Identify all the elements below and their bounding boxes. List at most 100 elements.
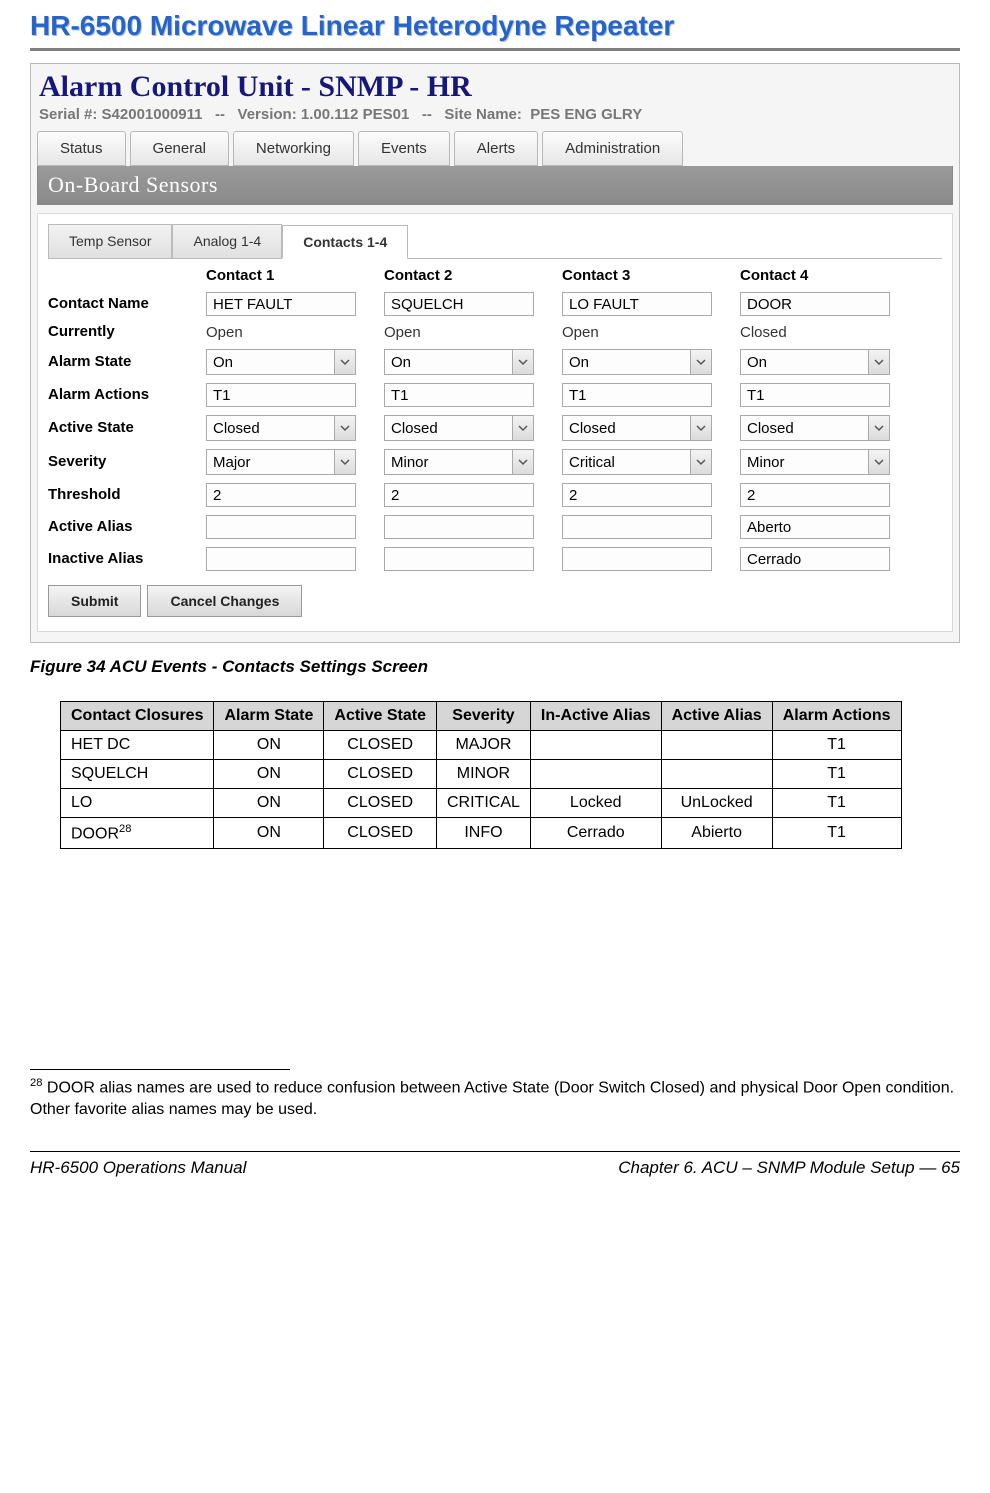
severity-select-1[interactable]: Major [206, 449, 356, 475]
subtab-analog-1-4[interactable]: Analog 1-4 [172, 224, 282, 258]
separator: -- [422, 106, 432, 123]
footer-right: Chapter 6. ACU – SNMP Module Setup — 65 [618, 1158, 960, 1178]
active-alias-input-4[interactable] [740, 515, 890, 539]
inactive-alias-input-1[interactable] [206, 547, 356, 571]
table-row: SQUELCH ON CLOSED MINOR T1 [61, 760, 902, 789]
cc-cell: DOOR28 [61, 818, 214, 849]
threshold-input-1[interactable] [206, 483, 356, 507]
severity-cell: INFO [436, 818, 530, 849]
actions-cell: T1 [772, 789, 901, 818]
currently-value-2: Open [384, 324, 554, 341]
severity-select-4[interactable]: Minor [740, 449, 890, 475]
inactive-alias-input-3[interactable] [562, 547, 712, 571]
contact-name-input-3[interactable] [562, 292, 712, 316]
footnote-separator [30, 1069, 290, 1070]
active-alias-cell: Abierto [661, 818, 772, 849]
th-severity: Severity [436, 702, 530, 731]
chevron-down-icon [868, 450, 889, 474]
contact-name-input-2[interactable] [384, 292, 534, 316]
site-value: PES ENG GLRY [530, 106, 642, 123]
figure-caption: Figure 34 ACU Events - Contacts Settings… [30, 657, 960, 677]
active-state-cell: CLOSED [324, 789, 437, 818]
alarm-state-select-4[interactable]: On [740, 349, 890, 375]
tab-events[interactable]: Events [358, 131, 450, 166]
currently-value-3: Open [562, 324, 732, 341]
site-label: Site Name: [444, 106, 522, 123]
version-value: 1.00.112 PES01 [301, 106, 409, 123]
inactive-alias-cell: Cerrado [530, 818, 661, 849]
serial-value: S42001000911 [102, 106, 203, 123]
col-header-contact-2: Contact 2 [384, 267, 554, 284]
chevron-down-icon [690, 350, 711, 374]
chevron-down-icon [690, 416, 711, 440]
version-label: Version: [238, 106, 297, 123]
tab-general[interactable]: General [130, 131, 229, 166]
cancel-changes-button[interactable]: Cancel Changes [147, 585, 302, 617]
severity-select-3[interactable]: Critical [562, 449, 712, 475]
severity-select-2[interactable]: Minor [384, 449, 534, 475]
active-state-select-4[interactable]: Closed [740, 415, 890, 441]
alarm-actions-input-1[interactable] [206, 383, 356, 407]
alarm-actions-input-4[interactable] [740, 383, 890, 407]
active-state-select-1[interactable]: Closed [206, 415, 356, 441]
th-alarm-state: Alarm State [214, 702, 324, 731]
tab-alerts[interactable]: Alerts [454, 131, 538, 166]
section-title: On-Board Sensors [37, 166, 953, 205]
alarm-state-select-3[interactable]: On [562, 349, 712, 375]
rowlabel-contact-name: Contact Name [48, 296, 198, 313]
subtab-contacts-1-4[interactable]: Contacts 1-4 [282, 225, 408, 259]
tab-networking[interactable]: Networking [233, 131, 354, 166]
active-alias-cell: UnLocked [661, 789, 772, 818]
footnote-number: 28 [30, 1077, 42, 1089]
actions-cell: T1 [772, 760, 901, 789]
active-state-select-2[interactable]: Closed [384, 415, 534, 441]
chevron-down-icon [512, 450, 533, 474]
threshold-input-3[interactable] [562, 483, 712, 507]
table-row: HET DC ON CLOSED MAJOR T1 [61, 731, 902, 760]
chevron-down-icon [334, 350, 355, 374]
inactive-alias-input-4[interactable] [740, 547, 890, 571]
rowlabel-alarm-state: Alarm State [48, 354, 198, 371]
alarm-state-select-2[interactable]: On [384, 349, 534, 375]
alarm-state-select-1[interactable]: On [206, 349, 356, 375]
rowlabel-alarm-actions: Alarm Actions [48, 387, 198, 404]
cc-cell: LO [61, 789, 214, 818]
footer-left: HR-6500 Operations Manual [30, 1158, 246, 1178]
th-inactive-alias: In-Active Alias [530, 702, 661, 731]
contact-name-input-4[interactable] [740, 292, 890, 316]
main-tabs: Status General Networking Events Alerts … [37, 127, 953, 166]
chevron-down-icon [868, 350, 889, 374]
contacts-form-grid: Contact 1 Contact 2 Contact 3 Contact 4 … [48, 267, 942, 571]
severity-cell: MAJOR [436, 731, 530, 760]
inactive-alias-input-2[interactable] [384, 547, 534, 571]
active-alias-input-2[interactable] [384, 515, 534, 539]
th-active-state: Active State [324, 702, 437, 731]
active-state-select-3[interactable]: Closed [562, 415, 712, 441]
chevron-down-icon [334, 416, 355, 440]
rowlabel-threshold: Threshold [48, 487, 198, 504]
tab-status[interactable]: Status [37, 131, 126, 166]
currently-value-4: Closed [740, 324, 910, 341]
chevron-down-icon [868, 416, 889, 440]
title-rule [30, 48, 960, 51]
threshold-input-4[interactable] [740, 483, 890, 507]
rowlabel-active-alias: Active Alias [48, 519, 198, 536]
inactive-alias-cell [530, 760, 661, 789]
active-alias-input-3[interactable] [562, 515, 712, 539]
alarm-actions-input-3[interactable] [562, 383, 712, 407]
chevron-down-icon [334, 450, 355, 474]
page-footer: HR-6500 Operations Manual Chapter 6. ACU… [30, 1152, 960, 1178]
active-state-cell: CLOSED [324, 818, 437, 849]
subtab-temp-sensor[interactable]: Temp Sensor [48, 224, 172, 258]
acu-subheading: Serial #: S42001000911 -- Version: 1.00.… [39, 106, 953, 123]
currently-value-1: Open [206, 324, 376, 341]
active-alias-input-1[interactable] [206, 515, 356, 539]
contact-name-input-1[interactable] [206, 292, 356, 316]
alarm-actions-input-2[interactable] [384, 383, 534, 407]
cc-cell: SQUELCH [61, 760, 214, 789]
footnote: 28 DOOR alias names are used to reduce c… [30, 1076, 960, 1121]
submit-button[interactable]: Submit [48, 585, 141, 617]
threshold-input-2[interactable] [384, 483, 534, 507]
footnote-text: DOOR alias names are used to reduce conf… [30, 1080, 954, 1119]
tab-administration[interactable]: Administration [542, 131, 683, 166]
